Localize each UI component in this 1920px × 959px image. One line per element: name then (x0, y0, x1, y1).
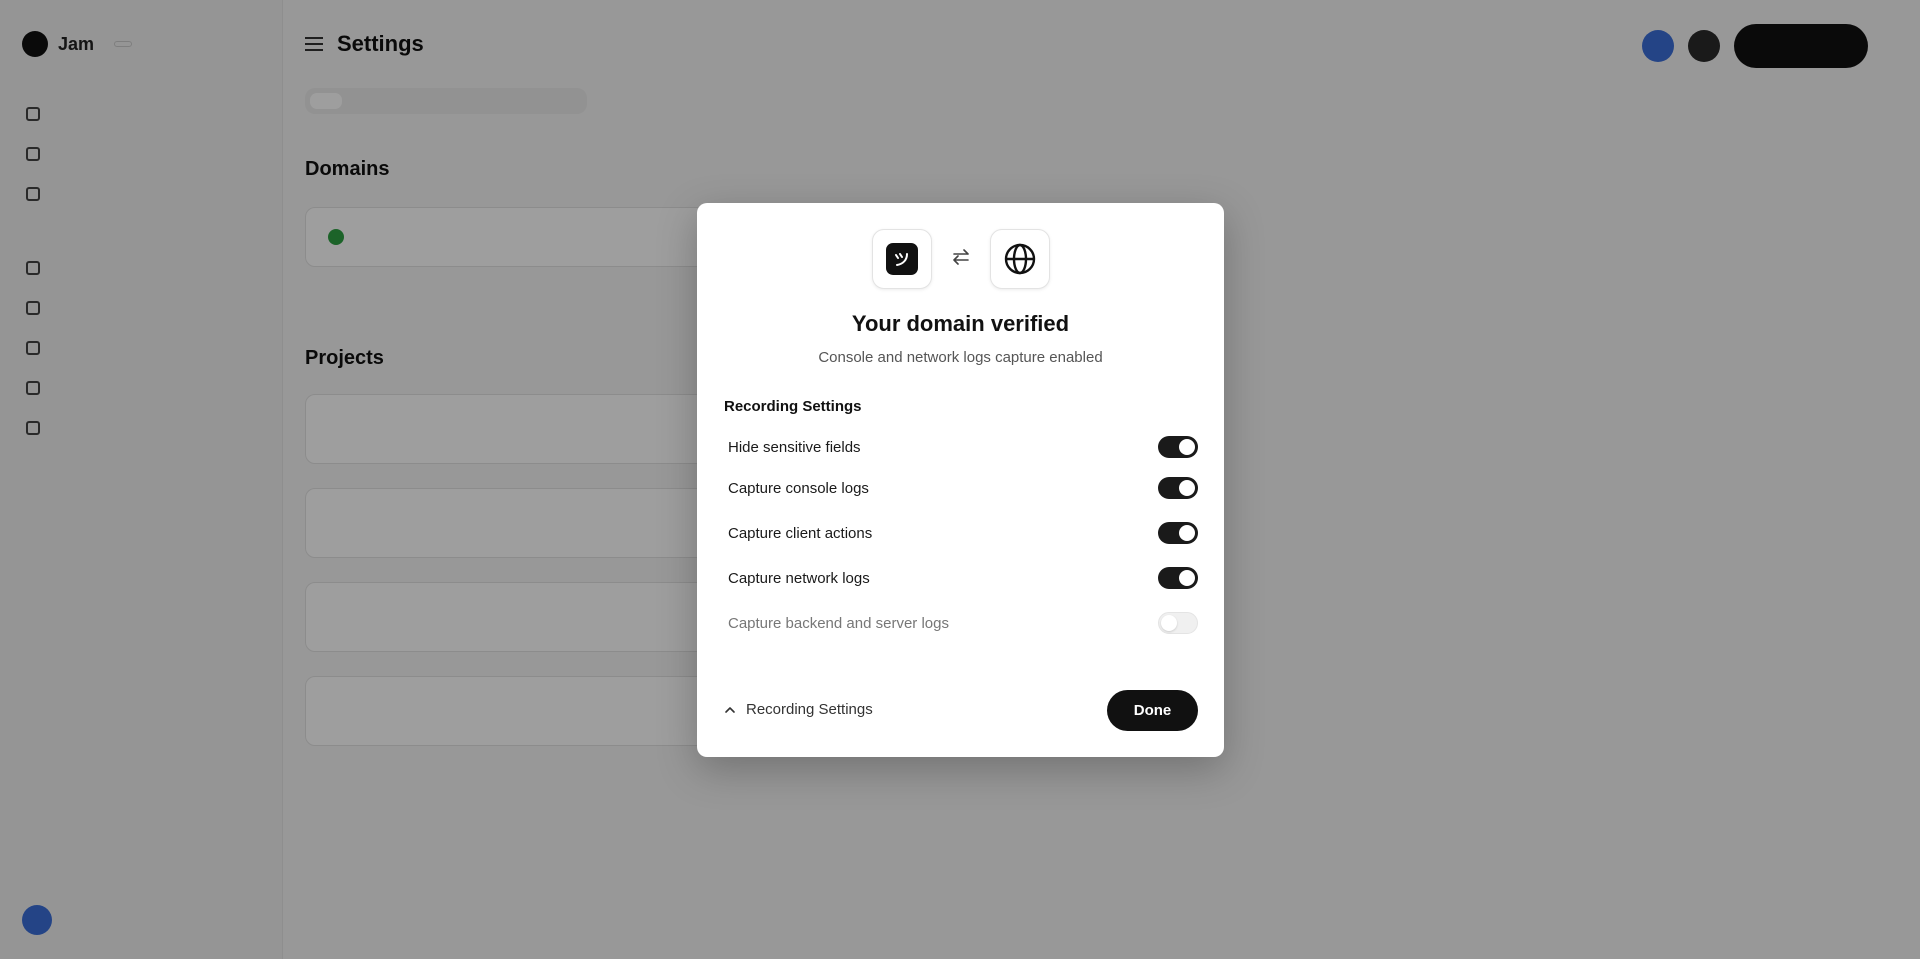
setting-row-capture-console-logs: Capture console logs (728, 476, 1198, 500)
setting-label: Capture client actions (728, 524, 873, 542)
collapse-label: Recording Settings (746, 701, 873, 718)
recording-settings-collapse[interactable]: Recording Settings (724, 701, 873, 718)
done-button[interactable]: Done (1107, 690, 1198, 731)
setting-row-capture-network-logs: Capture network logs (728, 566, 1198, 590)
domain-verified-dialog: Your domain verified Console and network… (697, 203, 1224, 757)
setting-row-capture-client-actions: Capture client actions (728, 521, 1198, 545)
setting-label: Capture network logs (728, 569, 870, 587)
recording-settings-heading: Recording Settings (724, 398, 862, 415)
capture-client-actions-toggle[interactable] (1158, 522, 1198, 544)
setting-label: Capture backend and server logs (728, 614, 949, 632)
globe-icon (989, 229, 1050, 289)
capture-console-logs-toggle[interactable] (1158, 477, 1198, 499)
capture-network-logs-toggle[interactable] (1158, 567, 1198, 589)
setting-label: Hide sensitive fields (728, 438, 861, 456)
setting-label: Capture console logs (728, 479, 869, 497)
swap-arrows-icon (950, 246, 972, 273)
chevron-up-icon (725, 706, 735, 713)
app-logo-icon (871, 229, 932, 289)
dialog-subtitle: Console and network logs capture enabled (818, 349, 1103, 366)
setting-row-hide-sensitive-fields: Hide sensitive fields (728, 435, 1198, 459)
dialog-title: Your domain verified (851, 311, 1070, 336)
capture-backend-logs-toggle[interactable] (1158, 612, 1198, 634)
hide-sensitive-fields-toggle[interactable] (1158, 436, 1198, 458)
integration-logos (697, 229, 1224, 289)
setting-row-capture-backend-logs: Capture backend and server logs (728, 611, 1198, 635)
